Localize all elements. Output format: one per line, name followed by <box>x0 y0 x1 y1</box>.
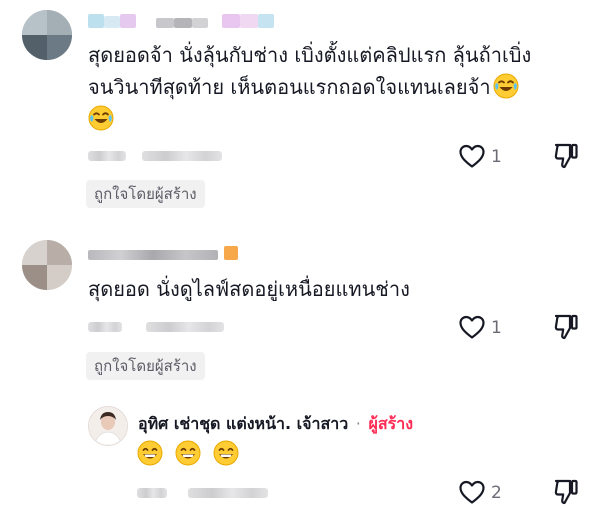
comment-emoji-line <box>88 102 114 136</box>
comment-meta-blurred <box>88 151 126 161</box>
reply-link-blurred[interactable] <box>142 151 222 161</box>
comment-meta-blurred <box>88 322 122 332</box>
creator-avatar[interactable] <box>88 406 128 446</box>
heart-outline-icon[interactable] <box>458 314 486 340</box>
comment-item: สุดยอดจ้า นั่งลุ้นกับช่าง เบิ่งตั้งแต่คล… <box>0 0 600 215</box>
reply-author-row: อุทิศ เช่าชุด แต่งหน้า. เจ้าสาว · ผู้สร้… <box>138 412 413 437</box>
face-with-tears-of-joy-icon <box>88 105 114 131</box>
heart-outline-icon[interactable] <box>458 479 486 505</box>
comment-text-line-body: จนวินาทีสุดท้าย เห็นตอนแรกถอดใจแทนเลยจ้า <box>88 75 491 99</box>
avatar[interactable] <box>22 10 72 60</box>
comment-item: สุดยอด นั่งดูไลฟ์สดอยู่เหนื่อยแทนช่าง 1 … <box>0 230 600 390</box>
comment-text-line: สุดยอดจ้า นั่งลุ้นกับช่าง เบิ่งตั้งแต่คล… <box>88 43 532 67</box>
username-pixelated[interactable] <box>88 12 288 34</box>
username-pixelated[interactable] <box>88 244 248 264</box>
thumbs-down-outline-icon[interactable] <box>553 313 579 341</box>
comment-text-line: จนวินาทีสุดท้าย เห็นตอนแรกถอดใจแทนเลยจ้า <box>88 70 519 104</box>
thumbs-down-outline-icon[interactable] <box>553 142 579 170</box>
grinning-face-with-smiling-eyes-icon <box>213 440 239 466</box>
reply-link-blurred[interactable] <box>188 488 268 498</box>
creator-label: ผู้สร้าง <box>368 414 413 433</box>
face-with-tears-of-joy-icon <box>493 73 519 99</box>
like-count: 1 <box>491 147 502 167</box>
avatar[interactable] <box>22 240 72 290</box>
thumbs-down-outline-icon[interactable] <box>553 478 579 506</box>
comment-meta-blurred <box>137 488 167 498</box>
grinning-face-with-smiling-eyes-icon <box>175 440 201 466</box>
creator-liked-badge: ถูกใจโดยผู้สร้าง <box>86 352 205 380</box>
grinning-face-with-smiling-eyes-icon <box>137 440 163 466</box>
reply-item: อุทิศ เช่าชุด แต่งหน้า. เจ้าสาว · ผู้สร้… <box>0 400 600 514</box>
comment-text-line: สุดยอด นั่งดูไลฟ์สดอยู่เหนื่อยแทนช่าง <box>88 277 410 301</box>
like-count: 2 <box>491 483 502 503</box>
heart-outline-icon[interactable] <box>458 143 486 169</box>
creator-liked-badge: ถูกใจโดยผู้สร้าง <box>86 180 205 208</box>
reply-emoji-row <box>137 440 239 468</box>
separator-dot: · <box>355 414 361 433</box>
reply-link-blurred[interactable] <box>146 322 224 332</box>
person-photo-icon <box>89 407 127 445</box>
like-count: 1 <box>491 318 502 338</box>
reply-author-name[interactable]: อุทิศ เช่าชุด แต่งหน้า. เจ้าสาว <box>138 414 348 433</box>
